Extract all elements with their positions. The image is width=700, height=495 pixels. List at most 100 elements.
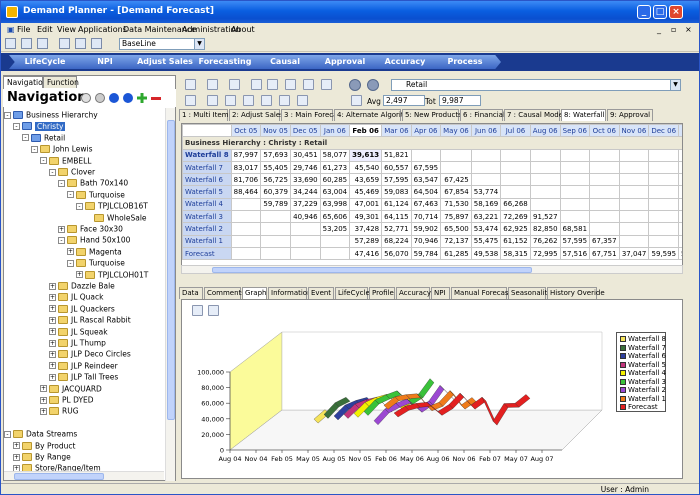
grid-cell[interactable]	[678, 222, 682, 236]
grid-cell[interactable]	[589, 222, 620, 236]
expand-icon[interactable]: +	[13, 442, 20, 450]
fill-icon[interactable]	[225, 95, 236, 106]
collapse-icon[interactable]: -	[67, 259, 74, 267]
grid-cell[interactable]: 47,416	[349, 246, 383, 261]
grid-icon[interactable]	[37, 38, 48, 49]
collapse-icon[interactable]: -	[13, 122, 20, 130]
percent-icon[interactable]	[243, 95, 254, 106]
grid-cell[interactable]: 58,077	[319, 148, 351, 162]
tab-detail[interactable]: NPI	[431, 287, 450, 299]
grid-cell[interactable]	[618, 173, 650, 187]
grid-cell[interactable]	[589, 160, 620, 175]
tree-node[interactable]: + JLP Tall Trees	[49, 371, 118, 382]
grid-cell[interactable]: 67,425	[440, 173, 472, 187]
grid-cell[interactable]	[648, 210, 680, 224]
expand-icon[interactable]: +	[49, 350, 56, 358]
grid-cell[interactable]: 57,693	[260, 148, 291, 162]
tree-node[interactable]: - TPJLCLOB16T	[76, 200, 148, 211]
expand-icon[interactable]: +	[40, 407, 47, 415]
grid-cell[interactable]	[500, 160, 531, 175]
tab-detail[interactable]: Manual Forecast	[451, 287, 511, 299]
tab-detail[interactable]: Graph	[242, 287, 267, 299]
grid-cell[interactable]: 67,595	[410, 160, 442, 175]
forward-icon[interactable]	[109, 93, 119, 103]
grid-cell[interactable]: 60,379	[260, 185, 291, 199]
grid-cell[interactable]: 76,262	[529, 234, 561, 248]
tree-node[interactable]: - EMBELL	[40, 155, 91, 166]
tree-node[interactable]: + JLP Deco Circles	[49, 348, 131, 359]
grid-cell[interactable]: 45,469	[349, 185, 383, 199]
grid-column-header[interactable]: Oct 06	[589, 124, 620, 138]
grid-cell[interactable]: 61,285	[440, 246, 472, 261]
grid-cell[interactable]: 55,405	[260, 160, 291, 175]
row-header[interactable]: Waterfall 2	[182, 222, 232, 236]
tab-detail[interactable]: Comments	[204, 287, 245, 299]
grid-cell[interactable]: 52,771	[381, 222, 412, 236]
remove-icon[interactable]	[151, 97, 161, 100]
print-icon[interactable]	[285, 79, 296, 90]
image-icon[interactable]	[207, 79, 218, 90]
tab-view[interactable]: 4: Alternate Algorithm	[334, 109, 415, 121]
tree-node[interactable]: + JLP Reindeer	[49, 360, 118, 371]
grid-cell[interactable]: 63,547	[410, 173, 442, 187]
grid-cell[interactable]: 88,464	[230, 185, 262, 199]
grid-column-header[interactable]: Sep 06	[559, 124, 591, 138]
grid-cell[interactable]: 59,789	[260, 197, 291, 212]
grid-cell[interactable]	[230, 197, 262, 212]
grid-cell[interactable]: 67,357	[589, 234, 620, 248]
hierarchy-select[interactable]: Retail ▼	[391, 79, 681, 91]
grid-cell[interactable]: 70,714	[410, 210, 442, 224]
expand-icon[interactable]: +	[49, 328, 56, 336]
expand-icon[interactable]: +	[49, 373, 56, 381]
grid-cell[interactable]: 64,504	[410, 185, 442, 199]
minus-icon[interactable]	[279, 95, 290, 106]
close-button[interactable]: ×	[669, 5, 683, 19]
grid-cell[interactable]	[529, 173, 561, 187]
grid-cell[interactable]: 63,998	[319, 197, 351, 212]
grid-cell[interactable]	[559, 210, 591, 224]
grid-cell[interactable]	[529, 185, 561, 199]
collapse-icon[interactable]: -	[22, 134, 29, 142]
row-header[interactable]: Waterfall 1	[182, 234, 232, 248]
grid-cell[interactable]: 57,516	[559, 246, 591, 261]
grid-cell[interactable]: 47,001	[349, 197, 383, 212]
print-icon[interactable]	[351, 95, 362, 106]
mdi-minimize-icon[interactable]: _	[653, 23, 665, 36]
grid-cell[interactable]: 61,124	[381, 197, 412, 212]
process-accuracy[interactable]: Accuracy	[369, 55, 441, 69]
print-icon[interactable]	[21, 38, 32, 49]
grid-cell[interactable]	[618, 148, 650, 162]
tab-view[interactable]: 7 : Causal Model	[504, 109, 565, 121]
grid-cell[interactable]	[589, 148, 620, 162]
grid-column-header[interactable]: Aug 06	[529, 124, 561, 138]
grid-cell[interactable]	[618, 234, 650, 248]
grid-cell[interactable]	[470, 148, 502, 162]
tree-node[interactable]: + PL DYED	[40, 394, 94, 405]
grid-cell[interactable]: 56,070	[381, 246, 412, 261]
grid-cell[interactable]: 60,557	[381, 160, 412, 175]
collapse-icon[interactable]: -	[67, 191, 74, 199]
grid-column-header[interactable]: May 06	[440, 124, 472, 138]
expand-icon[interactable]: +	[76, 271, 83, 279]
scrollbar-thumb[interactable]	[212, 267, 532, 273]
scrollbar-thumb[interactable]	[167, 120, 175, 420]
grid-cell[interactable]: 59,595	[648, 246, 680, 261]
grid-cell[interactable]: 67,751	[589, 246, 620, 261]
grid-cell[interactable]: 75,897	[440, 210, 472, 224]
tree-horizontal-scrollbar[interactable]	[4, 471, 164, 480]
grid-cell[interactable]: 70,946	[410, 234, 442, 248]
grid-cell[interactable]	[678, 160, 682, 175]
paste-icon[interactable]	[91, 38, 102, 49]
grid-cell[interactable]: 91,527	[529, 210, 561, 224]
collapse-icon[interactable]: -	[58, 179, 65, 187]
grid-cell[interactable]	[589, 197, 620, 212]
chart-icon[interactable]	[185, 79, 196, 90]
grid-cell[interactable]: 72,137	[440, 234, 472, 248]
grid-cell[interactable]	[618, 185, 650, 199]
grid-cell[interactable]: 87,997	[230, 148, 262, 162]
tab-view[interactable]: 2: Adjust Sales	[229, 109, 284, 121]
grid-cell[interactable]	[618, 160, 650, 175]
grid-column-header[interactable]: Dec 06	[648, 124, 680, 138]
grid-cell[interactable]	[410, 148, 442, 162]
collapse-icon[interactable]: -	[58, 236, 65, 244]
